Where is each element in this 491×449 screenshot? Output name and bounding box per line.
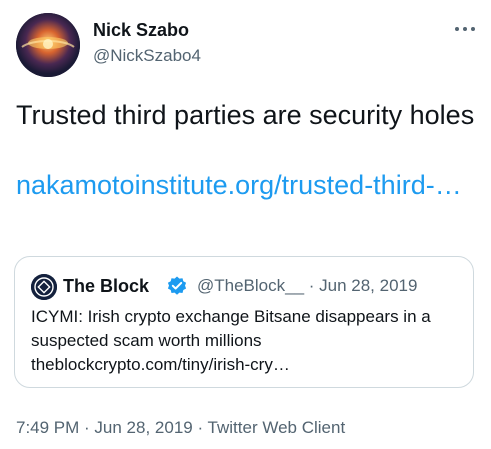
author-avatar[interactable] (16, 13, 80, 77)
quoted-author-name: The Block (63, 276, 150, 296)
more-dots-icon[interactable] (452, 20, 478, 38)
quoted-body: ICYMI: Irish crypto exchange Bitsane dis… (31, 307, 431, 350)
tweet-client[interactable]: Twitter Web Client (208, 418, 346, 437)
quoted-text: ICYMI: Irish crypto exchange Bitsane dis… (31, 305, 461, 377)
tweet-card: Nick Szabo @NickSzabo4 Trusted third par… (0, 0, 491, 449)
tweet-link[interactable]: nakamotoinstitute.org/trusted-third-… (16, 168, 476, 202)
tweet-date[interactable]: Jun 28, 2019 (94, 418, 192, 437)
the-block-logo-icon (31, 274, 57, 300)
author-handle[interactable]: @NickSzabo4 (93, 46, 201, 66)
quoted-link[interactable]: theblockcrypto.com/tiny/irish-cry… (31, 355, 290, 374)
footer-separator: · (192, 418, 208, 437)
verified-badge-icon (166, 275, 188, 297)
tweet-text: Trusted third parties are security holes (16, 100, 475, 130)
tweet-footer: 7:49 PM · Jun 28, 2019 · Twitter Web Cli… (16, 417, 345, 439)
quoted-tweet[interactable]: The Block @TheBlock__ · Jun 28, 2019 ICY… (14, 256, 474, 388)
footer-separator: · (79, 418, 95, 437)
quoted-handle-date: @TheBlock__ · Jun 28, 2019 (197, 276, 418, 295)
profile-photo-icon (16, 13, 80, 77)
quoted-author-avatar (31, 274, 57, 300)
tweet-time[interactable]: 7:49 PM (16, 418, 79, 437)
author-name[interactable]: Nick Szabo (93, 20, 189, 41)
